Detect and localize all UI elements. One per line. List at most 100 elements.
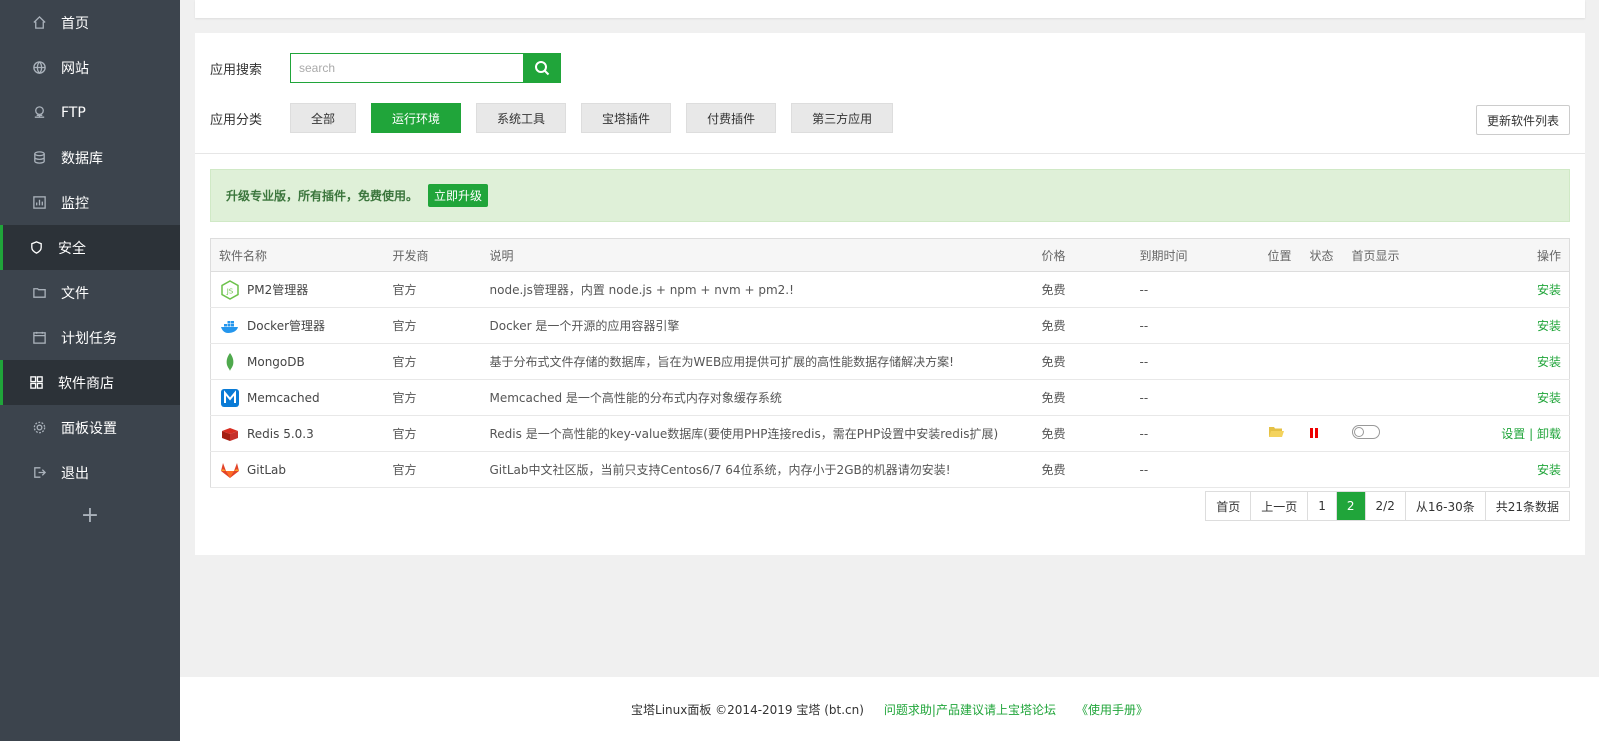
install-link[interactable]: 安装 (1537, 319, 1561, 333)
sidebar-item-label: FTP (61, 104, 86, 121)
upgrade-button[interactable]: 立即升级 (428, 184, 489, 207)
col-price[interactable]: 价格 (1033, 238, 1132, 272)
desc-cell: Redis 是一个高性能的key-value数据库(要使用PHP连接redis，… (481, 415, 1034, 452)
sidebar-item-store[interactable]: 软件商店 (0, 360, 180, 405)
page-2-current: 2 (1336, 492, 1366, 520)
sidebar-item-database[interactable]: 数据库 (0, 135, 180, 180)
sidebar-item-label: 网站 (61, 60, 89, 77)
sidebar-item-security[interactable]: 安全 (0, 225, 180, 270)
vendor-cell: 官方 (384, 271, 482, 308)
uninstall-link[interactable]: 卸载 (1537, 427, 1561, 441)
shield-icon (28, 240, 44, 256)
open-folder-icon[interactable] (1268, 425, 1284, 442)
expire-cell: -- (1131, 343, 1260, 380)
sidebar-item-cron[interactable]: 计划任务 (0, 315, 180, 360)
price-cell: 免费 (1033, 379, 1132, 416)
sidebar-item-logout[interactable]: 退出 (0, 450, 180, 495)
sidebar-item-home[interactable]: 首页 (0, 0, 180, 45)
category-row: 应用分类 全部 运行环境 系统工具 宝塔插件 付费插件 第三方应用 (210, 103, 908, 133)
category-tools-button[interactable]: 系统工具 (476, 103, 567, 133)
col-expire[interactable]: 到期时间 (1131, 238, 1260, 272)
desc-cell: node.js管理器，内置 node.js + npm + nvm + pm2.… (481, 271, 1034, 308)
category-runtime-button[interactable]: 运行环境 (371, 103, 462, 133)
homepage-toggle[interactable] (1351, 425, 1380, 439)
sidebar-item-files[interactable]: 文件 (0, 270, 180, 315)
category-label: 应用分类 (210, 112, 263, 128)
desc-cell: 基于分布式文件存储的数据库，旨在为WEB应用提供可扩展的高性能数据存储解决方案! (481, 343, 1034, 380)
install-link[interactable]: 安装 (1537, 391, 1561, 405)
search-label: 应用搜索 (210, 62, 263, 78)
category-third-party-button[interactable]: 第三方应用 (791, 103, 894, 133)
page-first[interactable]: 首页 (1206, 492, 1252, 520)
col-action: 操作 (1433, 238, 1570, 272)
col-status: 状态 (1301, 238, 1344, 272)
desc-cell: Docker 是一个开源的应用容器引擎 (481, 307, 1034, 344)
database-icon (31, 150, 47, 166)
install-link[interactable]: 安装 (1537, 283, 1561, 297)
page-total: 共21条数据 (1485, 492, 1569, 520)
nodejs-icon: JS (219, 279, 241, 301)
col-name[interactable]: 软件名称 (210, 238, 385, 272)
vendor-cell: 官方 (384, 415, 482, 452)
install-link[interactable]: 安装 (1537, 463, 1561, 477)
table-row: MongoDB 官方 基于分布式文件存储的数据库，旨在为WEB应用提供可扩展的高… (210, 343, 1570, 380)
home-icon (31, 15, 47, 31)
price-cell: 免费 (1033, 451, 1132, 488)
sidebar: 首页 网站 FTP 数据库 监控 安全 文件 计划任务 软件商店 面板设置 退出… (0, 0, 180, 741)
sidebar-item-label: 面板设置 (61, 420, 117, 437)
price-cell: 免费 (1033, 343, 1132, 380)
calendar-icon (31, 330, 47, 346)
monitor-icon (31, 195, 47, 211)
software-name: Docker管理器 (247, 319, 326, 333)
software-table: 软件名称 开发商 说明 价格 到期时间 位置 状态 首页显示 操作 JS PM2… (210, 238, 1570, 488)
table-row: JS PM2管理器 官方 node.js管理器，内置 node.js + npm… (210, 271, 1570, 308)
col-homepage: 首页显示 (1343, 238, 1434, 272)
expire-cell: -- (1131, 307, 1260, 344)
svg-text:JS: JS (226, 287, 234, 295)
page-prev[interactable]: 上一页 (1251, 492, 1309, 520)
footer-copyright: 宝塔Linux面板 ©2014-2019 宝塔 (bt.cn) (631, 702, 864, 717)
settings-link[interactable]: 设置 (1501, 427, 1525, 441)
category-bt-plugins-button[interactable]: 宝塔插件 (581, 103, 672, 133)
ftp-icon (31, 105, 47, 121)
page-1[interactable]: 1 (1308, 492, 1337, 520)
add-menu-button[interactable]: + (0, 495, 180, 535)
category-paid-plugins-button[interactable]: 付费插件 (686, 103, 777, 133)
expire-cell: -- (1131, 379, 1260, 416)
sidebar-item-label: 计划任务 (61, 330, 117, 347)
col-desc: 说明 (481, 238, 1034, 272)
price-cell: 免费 (1033, 415, 1132, 452)
expire-cell: -- (1131, 271, 1260, 308)
sidebar-item-website[interactable]: 网站 (0, 45, 180, 90)
refresh-software-list-button[interactable]: 更新软件列表 (1475, 105, 1570, 135)
forum-link[interactable]: 问题求助|产品建议请上宝塔论坛 (884, 701, 1056, 718)
software-name: GitLab (247, 462, 286, 477)
search-icon (535, 61, 550, 76)
col-vendor: 开发商 (384, 238, 482, 272)
page-range: 从16-30条 (1405, 492, 1486, 520)
table-row: GitLab 官方 GitLab中文社区版，当前只支持Centos6/7 64位… (210, 451, 1570, 488)
pause-icon[interactable] (1309, 427, 1318, 438)
sidebar-item-label: 首页 (61, 15, 89, 32)
sidebar-item-ftp[interactable]: FTP (0, 90, 180, 135)
memcached-icon (219, 387, 241, 409)
sidebar-item-monitor[interactable]: 监控 (0, 180, 180, 225)
footer: 宝塔Linux面板 ©2014-2019 宝塔 (bt.cn) 问题求助|产品建… (180, 677, 1599, 741)
search-input[interactable] (290, 53, 523, 83)
install-link[interactable]: 安装 (1537, 355, 1561, 369)
category-all-button[interactable]: 全部 (290, 103, 357, 133)
search-button[interactable] (523, 53, 561, 83)
desc-cell: Memcached 是一个高性能的分布式内存对象缓存系统 (481, 379, 1034, 416)
price-cell: 免费 (1033, 307, 1132, 344)
price-cell: 免费 (1033, 271, 1132, 308)
sidebar-item-label: 数据库 (61, 150, 103, 167)
sidebar-item-label: 软件商店 (58, 375, 114, 392)
action-separator: | (1529, 427, 1534, 441)
sidebar-item-settings[interactable]: 面板设置 (0, 405, 180, 450)
software-name: Redis 5.0.3 (247, 426, 314, 441)
sidebar-item-label: 退出 (61, 465, 89, 482)
sidebar-item-label: 文件 (61, 285, 89, 302)
manual-link[interactable]: 《使用手册》 (1076, 701, 1148, 718)
vendor-cell: 官方 (384, 307, 482, 344)
software-name: Memcached (247, 390, 320, 405)
